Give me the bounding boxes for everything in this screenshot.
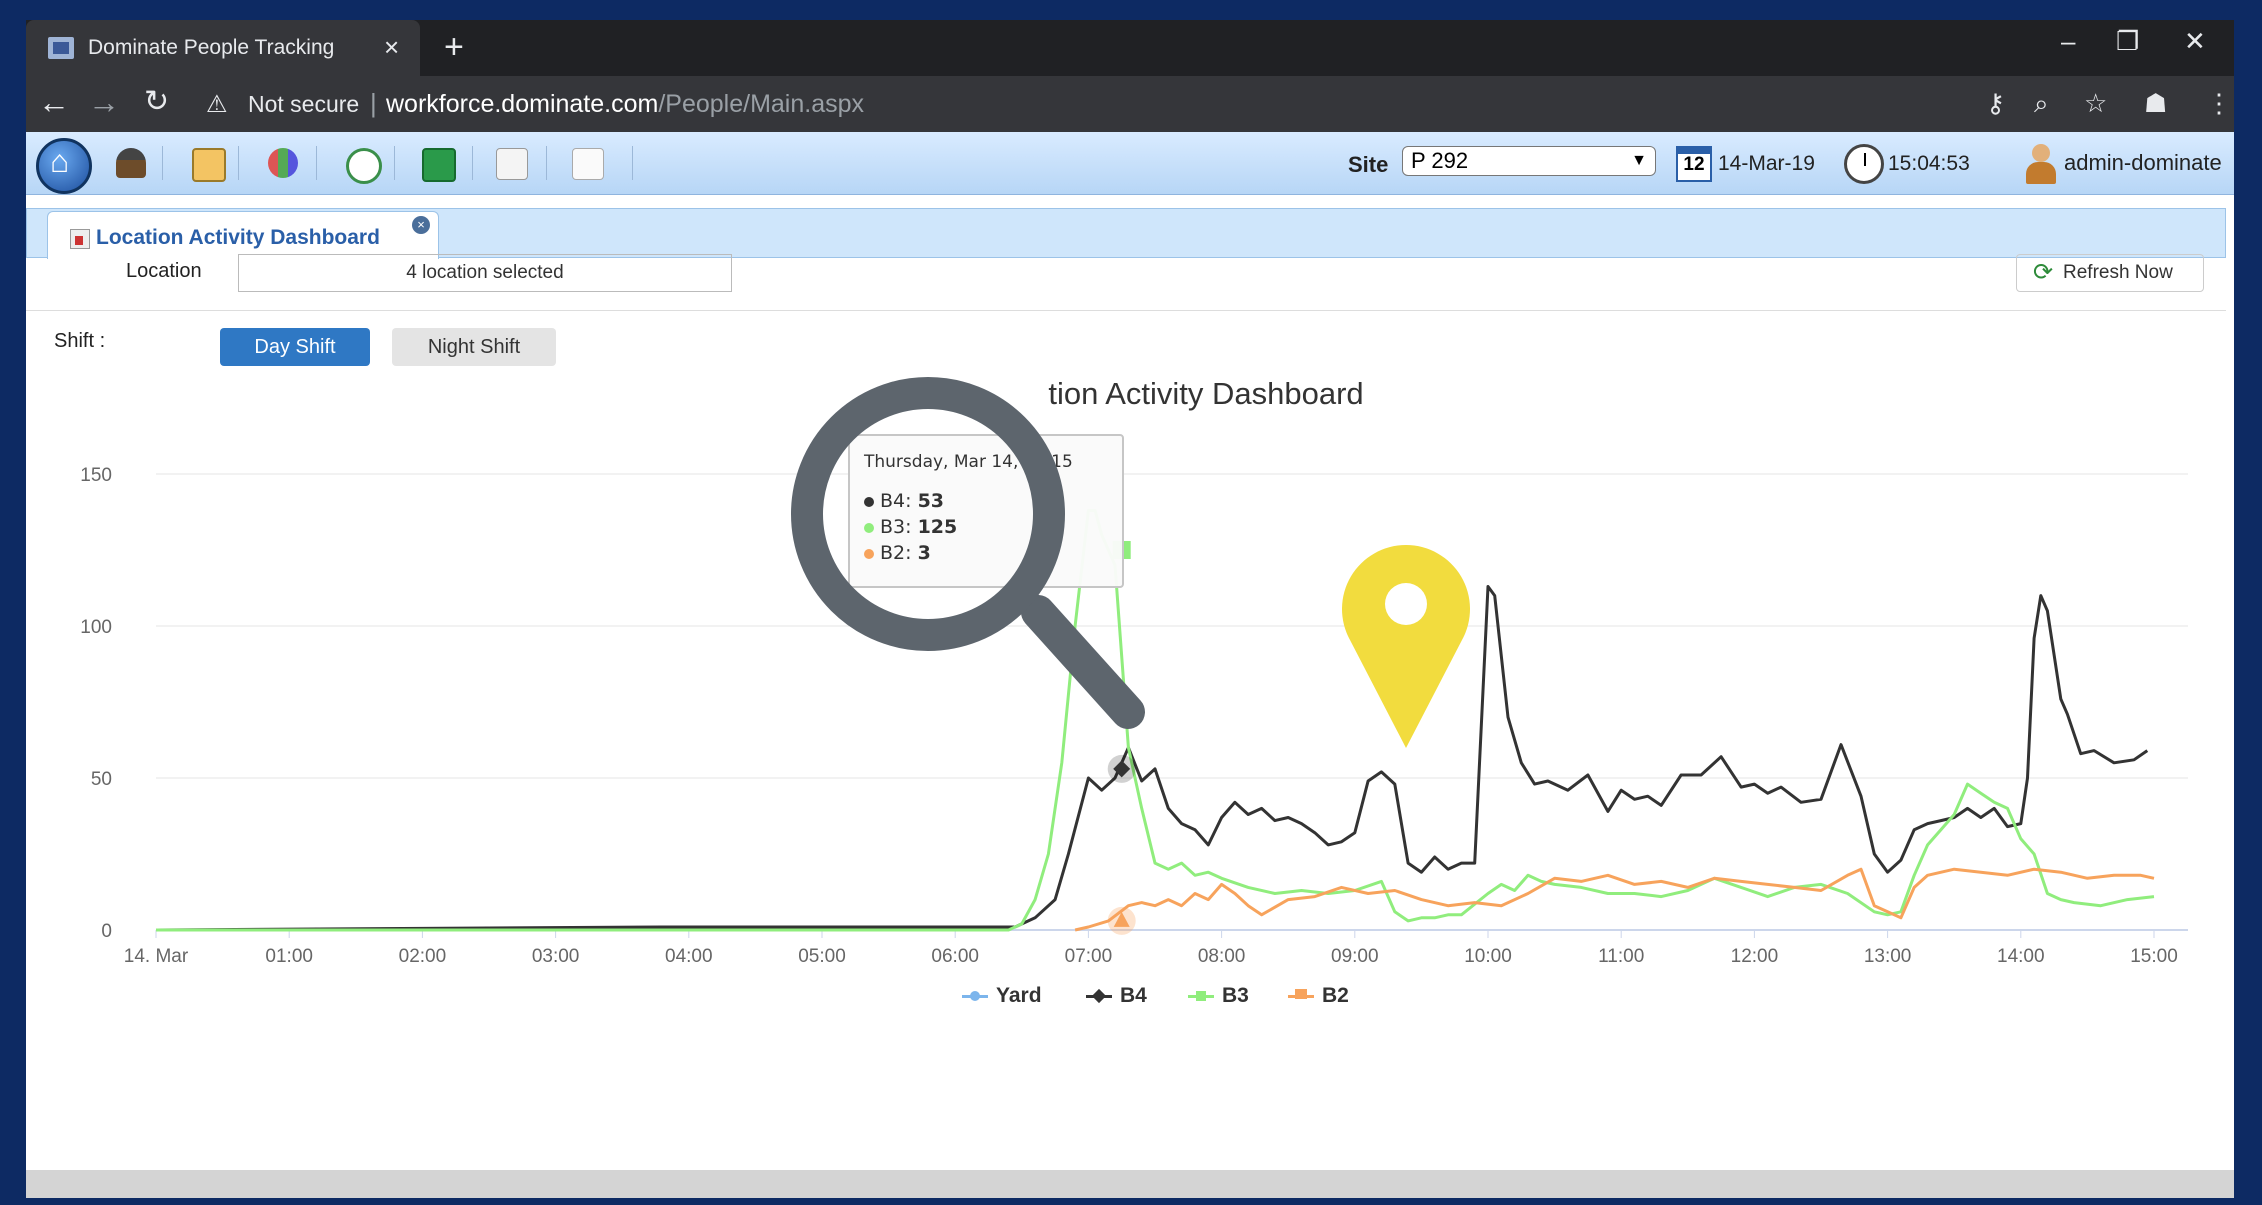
decorative-overlay: [791, 377, 1470, 748]
map-pin-icon: [1342, 545, 1470, 748]
magnifier-icon: [791, 377, 1145, 729]
